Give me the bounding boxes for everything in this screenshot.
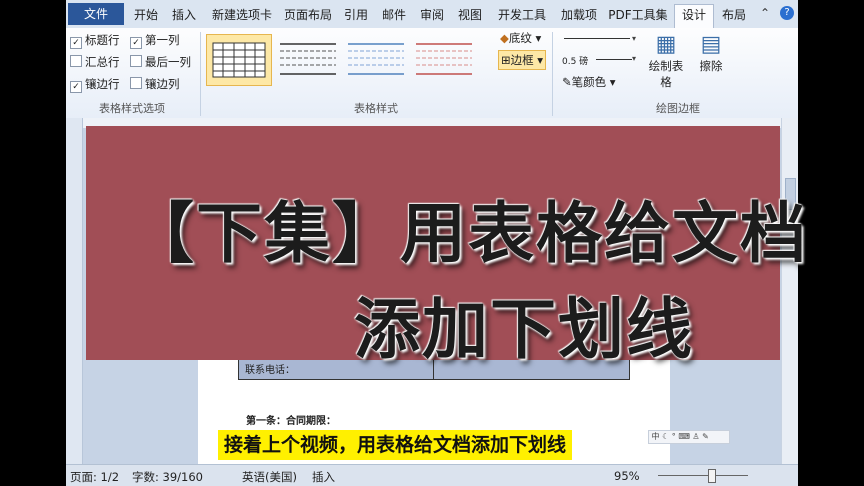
option-first-column[interactable]: ✓ 第一列 [130, 32, 180, 49]
checkbox-empty-icon [130, 77, 142, 89]
option-banded-columns[interactable]: 镶边列 [130, 76, 180, 92]
shading-icon: ◆ [500, 31, 509, 45]
eraser-icon: ▤ [700, 32, 722, 57]
tab-home[interactable]: 开始 [130, 5, 162, 25]
status-insert-mode[interactable]: 插入 [312, 469, 335, 485]
group-divider [200, 32, 201, 116]
borders-icon: ⊞ [501, 53, 511, 67]
checkbox-empty-icon [130, 55, 142, 67]
table-style-blue-preview [348, 43, 404, 75]
clause-heading: 第一条：合同期限： [246, 416, 336, 427]
tab-file[interactable]: 文件 [68, 3, 124, 25]
borders-button[interactable]: ⊞边框 ▾ [498, 50, 547, 70]
ribbon-tab-bar: 文件 开始 插入 新建选项卡 页面布局 引用 邮件 审阅 视图 开发工具 加载项… [66, 0, 798, 29]
group-label-style-options: 表格样式选项 [99, 102, 165, 115]
option-banded-rows[interactable]: ✓ 镶边行 [70, 76, 120, 93]
table-style-grid-preview [212, 42, 266, 78]
tab-layout[interactable]: 布局 [718, 5, 750, 25]
chevron-down-icon[interactable]: ▾ [632, 54, 636, 63]
tab-page-layout[interactable]: 页面布局 [280, 5, 336, 25]
tab-new[interactable]: 新建选项卡 [206, 5, 278, 25]
language-toolbar[interactable]: 中 ☾ ° ⌨ ♙ ✎ [648, 430, 730, 444]
table-style-plain[interactable] [276, 34, 340, 84]
group-divider [552, 32, 553, 116]
help-icon[interactable]: ? [780, 6, 794, 20]
group-label-draw-borders: 绘图边框 [656, 102, 700, 115]
pen-color-button[interactable]: ✎笔颜色 ▾ [562, 74, 616, 90]
option-last-column[interactable]: 最后一列 [130, 54, 191, 70]
status-bar: 页面: 1/2 字数: 39/160 英语(美国) 插入 95% [66, 464, 798, 486]
minimize-ribbon-icon[interactable]: ⌃ [760, 6, 770, 20]
checkbox-empty-icon [70, 55, 82, 67]
checkbox-checked-icon: ✓ [70, 81, 82, 93]
tab-mailings[interactable]: 邮件 [378, 5, 410, 25]
chevron-down-icon[interactable]: ▾ [632, 34, 636, 43]
status-page[interactable]: 页面: 1/2 [70, 469, 119, 485]
tab-design[interactable]: 设计 [674, 4, 714, 29]
shading-button[interactable]: ◆底纹 ▾ [500, 30, 541, 46]
draw-table-button[interactable]: ▦ 绘制表格 [646, 32, 686, 90]
status-zoom[interactable]: 95% [614, 469, 640, 483]
option-total-row[interactable]: 汇总行 [70, 54, 120, 70]
tab-pdf[interactable]: PDF工具集 [606, 5, 670, 25]
table-style-grid[interactable] [206, 34, 272, 86]
vertical-scrollbar[interactable] [781, 118, 798, 464]
checkbox-checked-icon: ✓ [70, 37, 82, 49]
table-cell-text: 联系电话： [245, 365, 295, 376]
table-style-plain-preview [280, 43, 336, 75]
table-style-red[interactable] [412, 34, 476, 84]
vertical-ruler [66, 118, 83, 464]
pen-color-icon: ✎ [562, 75, 572, 89]
draw-table-icon: ▦ [655, 32, 677, 57]
ribbon: ✓ 标题行 ✓ 第一列 汇总行 最后一列 ✓ 镶边行 镶边列 表格样式选项 表格… [66, 28, 798, 119]
zoom-slider[interactable] [658, 475, 748, 476]
title-line-2: 添加下划线 [354, 291, 694, 368]
option-header-row[interactable]: ✓ 标题行 [70, 32, 120, 49]
group-label-table-styles: 表格样式 [354, 102, 398, 115]
eraser-button[interactable]: ▤ 擦除 [696, 32, 726, 74]
subtitle-caption: 接着上个视频，用表格给文档添加下划线 [218, 430, 573, 460]
tab-addins[interactable]: 加载项 [556, 5, 602, 25]
tab-view[interactable]: 视图 [454, 5, 486, 25]
table-style-blue[interactable] [344, 34, 408, 84]
tab-references[interactable]: 引用 [340, 5, 372, 25]
pen-weight-line [596, 59, 632, 60]
status-word-count[interactable]: 字数: 39/160 [132, 469, 203, 485]
tab-developer[interactable]: 开发工具 [492, 5, 552, 25]
pen-weight-selector[interactable]: 0.5 磅 [562, 54, 588, 67]
zoom-slider-knob[interactable] [708, 469, 716, 483]
line-style-selector[interactable] [564, 38, 630, 39]
title-line-1: 【下集】用表格给文档 [128, 195, 808, 272]
status-language[interactable]: 英语(美国) [242, 469, 297, 485]
table-style-red-preview [416, 43, 472, 75]
tab-insert[interactable]: 插入 [168, 5, 200, 25]
checkbox-checked-icon: ✓ [130, 37, 142, 49]
tab-review[interactable]: 审阅 [416, 5, 448, 25]
